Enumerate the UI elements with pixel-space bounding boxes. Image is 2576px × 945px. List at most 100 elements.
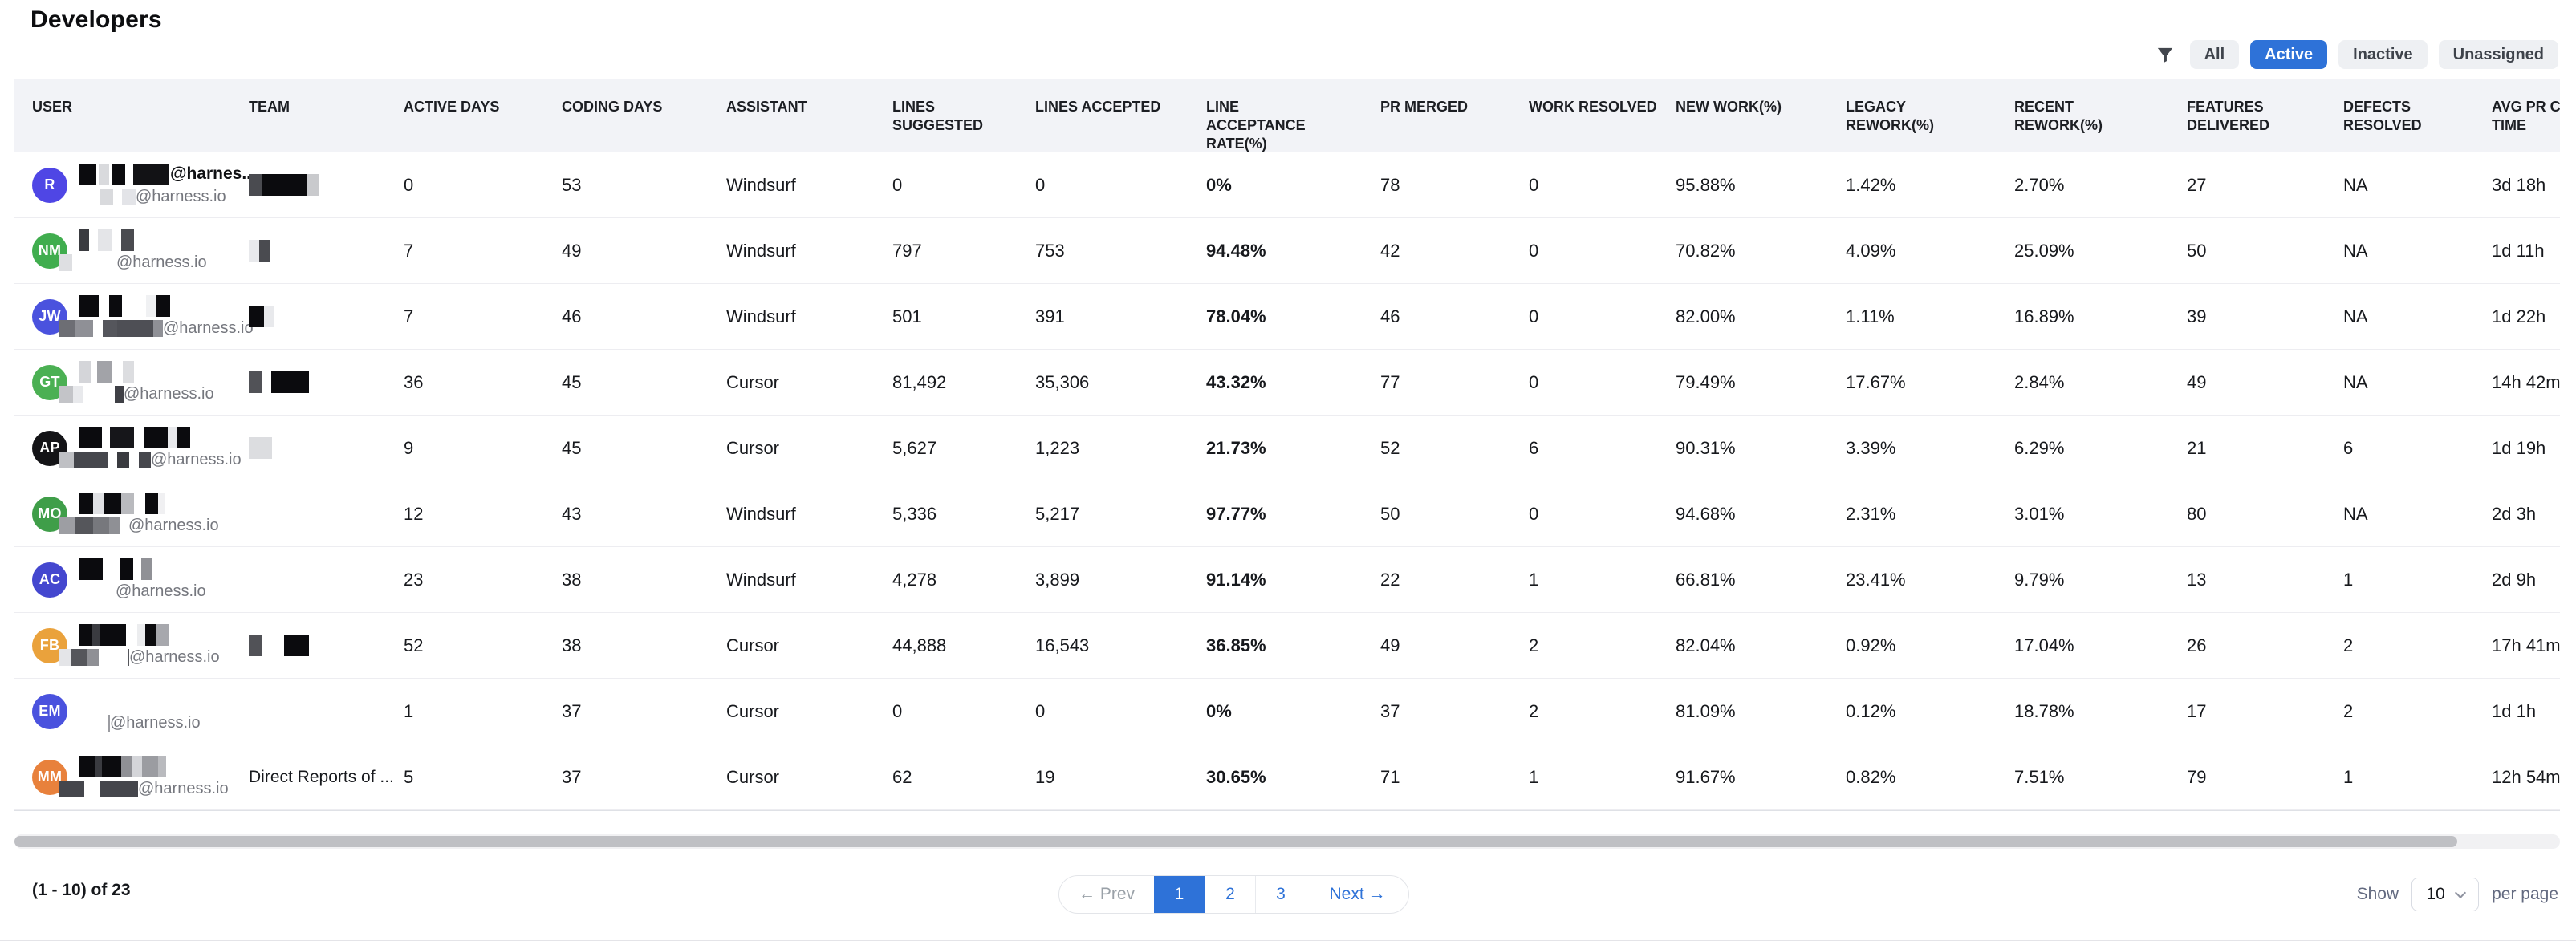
next-page-button[interactable]: Next → [1306,876,1408,913]
avg-pr-cycle-time-cell: 1d 1h [2474,679,2560,744]
avg-pr-cycle-time-cell: 3d 18h [2474,152,2560,217]
table-row[interactable]: EM@harness.io137Cursor000%37281.09%0.12%… [14,679,2560,744]
funnel-icon [2155,44,2176,65]
table-row[interactable]: NM@harness.io749Windsurf79775394.48%4207… [14,218,2560,284]
column-header-assistant[interactable]: ASSISTANT [709,79,875,152]
avg-pr-cycle-time-cell: 2d 3h [2474,481,2560,546]
redacted-block [145,624,156,646]
redacted-block [79,558,103,580]
page-size-select[interactable]: 10 [2411,878,2479,911]
redacted-block [112,229,121,251]
active-days-cell: 1 [386,679,544,744]
active-days-cell: 7 [386,218,544,283]
redacted-block [113,189,122,205]
team-cell [231,284,386,349]
column-header-label: ASSISTANT [726,98,807,116]
user-email: @harness.io [59,581,206,602]
filter-funnel-icon[interactable] [2151,44,2179,65]
prev-page-button[interactable]: ← Prev [1059,876,1154,913]
user-cell: MM @harness.io [14,744,231,809]
assistant-cell: Cursor [709,744,875,809]
redacted-block [121,493,134,514]
redacted-block [59,781,84,797]
table-row[interactable]: AC@harness.io2338Windsurf4,2783,89991.14… [14,547,2560,613]
filter-inactive-button[interactable]: Inactive [2338,40,2427,69]
page-3-button[interactable]: 3 [1255,876,1306,913]
redacted-block [102,427,110,448]
features-delivered-cell: 80 [2169,481,2326,546]
column-header-new-work[interactable]: NEW WORK(%) [1658,79,1828,152]
filter-unassigned-button[interactable]: Unassigned [2439,40,2558,69]
redacted-block [133,558,141,580]
redacted-block [249,240,259,262]
horizontal-scrollbar-track[interactable] [14,834,2560,849]
redacted-block [120,558,133,580]
column-header-work-resolved[interactable]: WORK RESOLVED [1511,79,1658,152]
table-row[interactable]: MM@harness.ioDirect Reports of ...537Cur… [14,744,2560,810]
table-row[interactable]: MO@harness.io1243Windsurf5,3365,21797.77… [14,481,2560,547]
redacted-block [102,756,121,777]
column-header-label: CODING DAYS [562,98,662,116]
filter-all-button[interactable]: All [2190,40,2240,69]
redacted-block [59,583,116,600]
features-delivered-cell: 39 [2169,284,2326,349]
page-1-button[interactable]: 1 [1154,876,1205,913]
lines-accepted-cell: 1,223 [1018,416,1188,481]
pr-merged-cell: 37 [1363,679,1511,744]
line-acceptance-rate-cell: 0% [1188,152,1363,217]
column-header-coding-days[interactable]: CODING DAYS [544,79,709,152]
lines-accepted-cell: 753 [1018,218,1188,283]
column-header-lines-suggested[interactable]: LINES SUGGESTED [875,79,1018,152]
avatar-initials: EM [39,703,61,720]
column-header-recent-rework[interactable]: RECENT REWORK(%) [1997,79,2169,152]
avatar-initials: MM [38,769,63,785]
redacted-block [284,635,309,656]
column-header-active-days[interactable]: ACTIVE DAYS [386,79,544,152]
legacy-rework-cell: 0.82% [1828,744,1997,809]
filter-active-button[interactable]: Active [2250,40,2327,69]
horizontal-scrollbar-thumb[interactable] [14,836,2457,847]
avatar-initials: FB [40,637,60,654]
avatar-initials: GT [39,374,60,391]
user-cell: FB@harness.io [14,613,231,678]
table-row[interactable]: R@harnes...@harness.io053Windsurf000%780… [14,152,2560,218]
line-acceptance-rate-cell: 36.85% [1188,613,1363,678]
column-header-pr-merged[interactable]: PR MERGED [1363,79,1511,152]
user-email-domain: @harness.io [138,780,229,798]
redacted-block [97,361,112,383]
column-header-avg-pr-cycle-time[interactable]: AVG PR CYCLE TIME [2474,79,2560,152]
table-row[interactable]: FB@harness.io5238Cursor44,88816,54336.85… [14,613,2560,679]
line-acceptance-rate-cell: 78.04% [1188,284,1363,349]
column-header-legacy-rework[interactable]: LEGACY REWORK(%) [1828,79,1997,152]
redacted-block [59,320,75,337]
coding-days-cell: 49 [544,218,709,283]
redacted-block [134,493,145,514]
redacted-block [122,295,146,317]
redacted-block [103,558,120,580]
column-header-lines-accepted[interactable]: LINES ACCEPTED [1018,79,1188,152]
recent-rework-cell: 18.78% [1997,679,2169,744]
column-header-features-delivered[interactable]: FEATURES DELIVERED [2169,79,2326,152]
work-resolved-cell: 1 [1511,744,1658,809]
redacted-block [79,361,91,383]
user-email-domain: @harness.io [124,385,214,404]
redacted-block [158,756,166,777]
table-row[interactable]: JW@harness.io746Windsurf50139178.04%4608… [14,284,2560,350]
page-2-button[interactable]: 2 [1205,876,1255,913]
column-header-team[interactable]: TEAM [231,79,386,152]
user-name-redacted [79,425,242,449]
column-header-user[interactable]: USER [14,79,231,152]
redacted-block [79,164,96,185]
table-row[interactable]: AP@harness.io945Cursor5,6271,22321.73%52… [14,416,2560,481]
column-header-line-acceptance-rate[interactable]: LINE ACCEPTANCE RATE(%) [1188,79,1363,152]
user-text: @harness.io [79,557,206,602]
defects-resolved-cell: NA [2326,481,2474,546]
column-header-defects-resolved[interactable]: DEFECTS RESOLVED [2326,79,2474,152]
user-name-redacted [79,623,220,647]
table-row[interactable]: GT@harness.io3645Cursor81,49235,30643.32… [14,350,2560,416]
active-days-cell: 7 [386,284,544,349]
redacted-block [249,174,262,196]
redacted-block [125,164,133,185]
redacted-block [126,624,137,646]
active-days-cell: 0 [386,152,544,217]
